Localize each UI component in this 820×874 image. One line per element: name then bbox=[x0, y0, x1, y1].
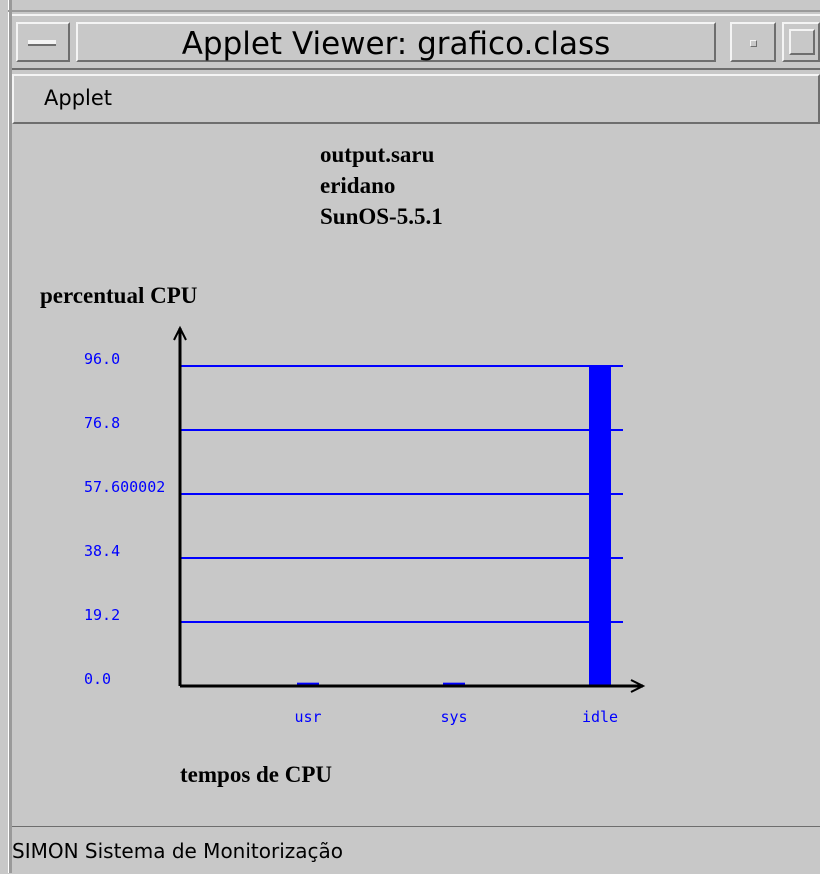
y-tick-label: 19.2 bbox=[84, 606, 120, 624]
x-tick-label: idle bbox=[582, 708, 618, 726]
applet-window: Applet Viewer: grafico.class Applet outp… bbox=[0, 0, 820, 873]
x-axis-label: tempos de CPU bbox=[180, 762, 333, 787]
status-text: SIMON Sistema de Monitorização bbox=[12, 839, 344, 863]
y-tick-label: 96.0 bbox=[84, 350, 120, 368]
y-tick-label: 57.600002 bbox=[84, 478, 165, 496]
y-tick-label: 38.4 bbox=[84, 542, 120, 560]
x-tick-label: usr bbox=[294, 708, 321, 726]
y-tick-label: 76.8 bbox=[84, 414, 120, 432]
y-tick-label: 0.0 bbox=[84, 670, 111, 688]
bar-idle bbox=[589, 366, 611, 686]
status-bar: SIMON Sistema de Monitorização bbox=[12, 826, 820, 874]
bar-chart: 0.0 19.2 38.4 57.600002 76.8 96.0 usr sys idle bbox=[84, 325, 646, 726]
x-tick-label: sys bbox=[440, 708, 467, 726]
